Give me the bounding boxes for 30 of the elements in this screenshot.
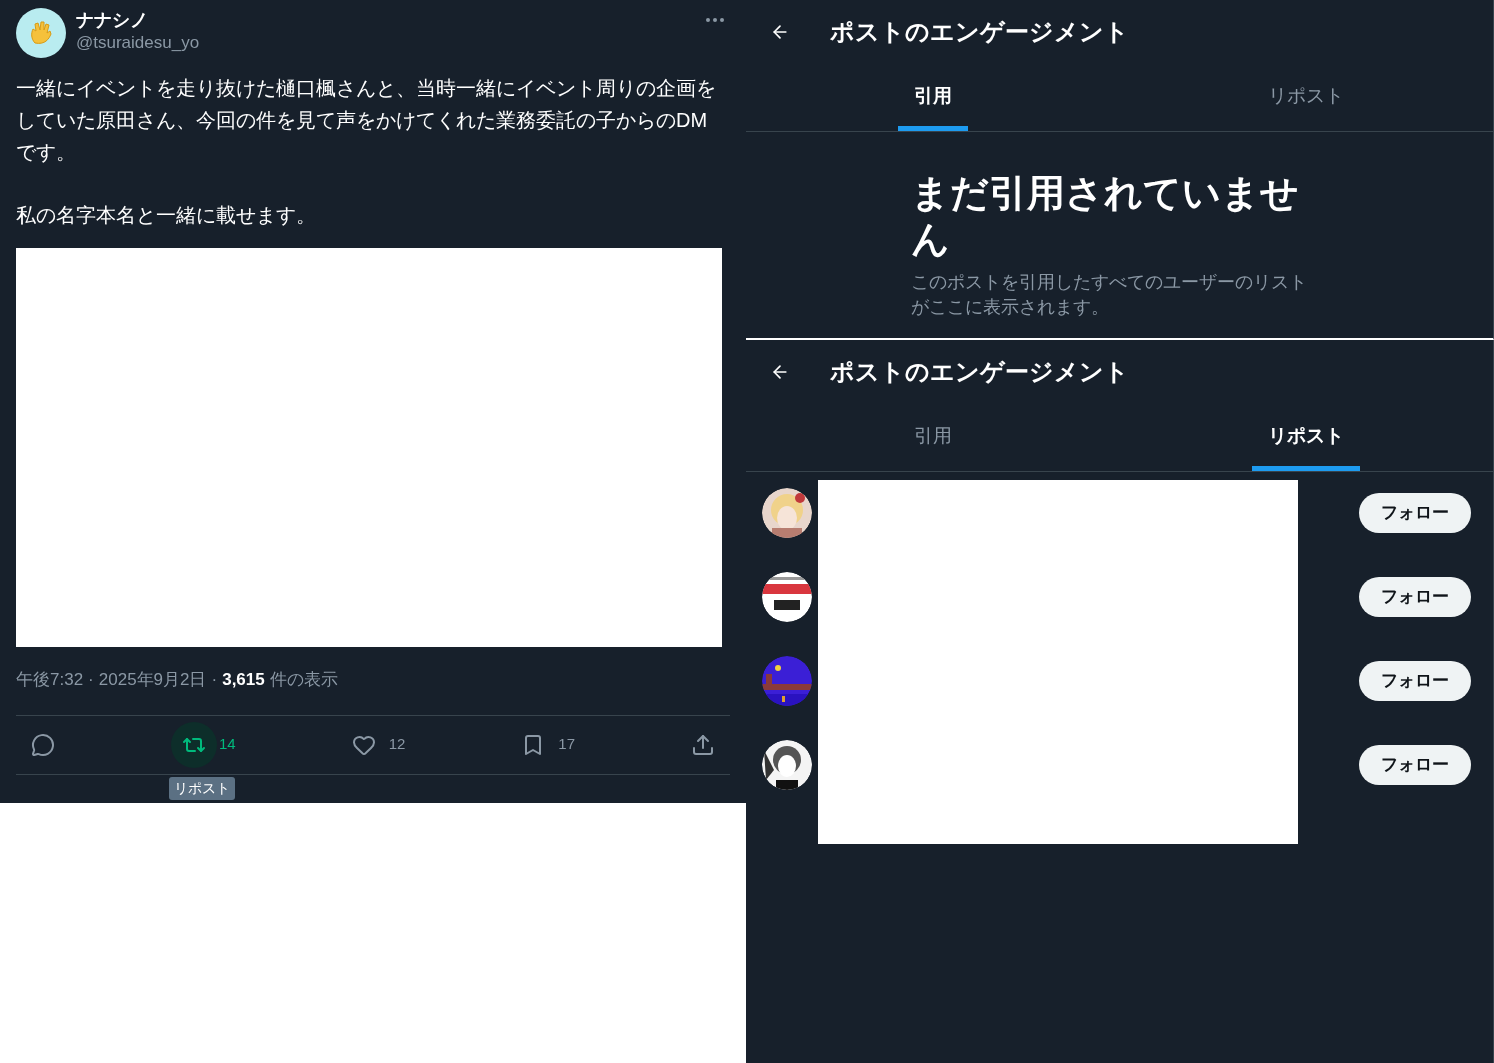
view-count: 3,615 (222, 669, 265, 691)
panel-title: ポストのエンゲージメント (830, 17, 1129, 47)
tooltip: リポスト (169, 777, 235, 800)
share-icon (691, 732, 715, 757)
follow-button[interactable]: フォロー (1359, 661, 1471, 701)
avatar[interactable] (16, 8, 66, 58)
author-name[interactable]: ナナシノ (76, 8, 706, 32)
reply-icon (31, 732, 55, 757)
tab[interactable]: 引用 (746, 64, 1120, 131)
post-date: 2025年9月2日 (98, 669, 207, 691)
views-label: 件の表示 (269, 669, 338, 691)
empty-heading: まだ引用されていません (911, 171, 1300, 262)
separator-dot: · (211, 669, 218, 691)
bookmark-button[interactable]: 17 (510, 721, 575, 768)
separator-dot: · (88, 669, 94, 691)
post-time: 午後7:32 (16, 669, 84, 691)
like-button[interactable]: 12 (340, 721, 406, 768)
tab[interactable]: リポスト (1119, 64, 1493, 131)
more-icon (706, 18, 724, 22)
author-handle[interactable]: @tsuraidesu_yo (76, 32, 706, 54)
more-button[interactable] (706, 18, 724, 22)
empty-description: このポストを引用したすべてのユーザーのリストがここに表示されます。 (911, 271, 1308, 319)
tab[interactable]: リポスト (1119, 404, 1493, 471)
follow-button[interactable]: フォロー (1359, 493, 1471, 533)
post-text: 私の名字本名と一緒に載せます。 (16, 203, 317, 228)
follow-button[interactable]: フォロー (1359, 745, 1471, 785)
panel-title: ポストのエンゲージメント (830, 357, 1129, 387)
post-text: 一緒にイベントを走り抜けた樋口楓さんと、当時一緒にイベント周りの企画をしていた原田さん、今回の件を見て声をかけてくれた業務委託の子からのDMです。 (16, 76, 717, 165)
follow-button[interactable]: フォロー (1359, 577, 1471, 617)
tab[interactable]: 引用 (746, 404, 1120, 471)
